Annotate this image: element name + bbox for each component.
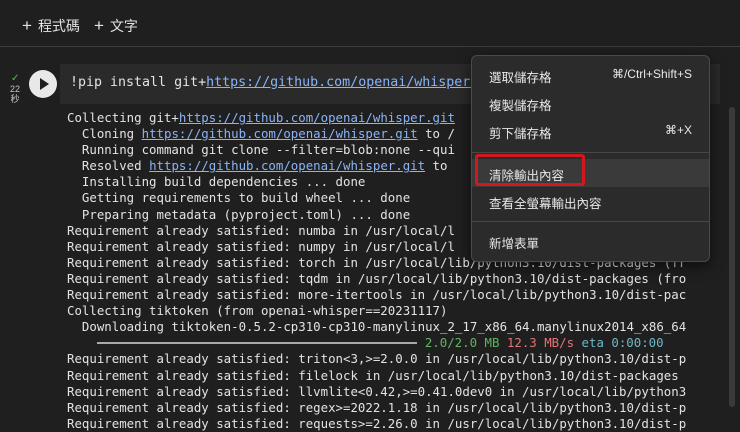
execution-time-value: 22 [9, 84, 20, 94]
output-line: Requirement already satisfied: llvmlite<… [67, 384, 727, 400]
download-progress-line: 2.0/2.0 MB 12.3 MB/s eta 0:00:00 [67, 335, 727, 351]
output-text: Running command git clone --filter=blob:… [67, 142, 455, 158]
check-icon: ✓ [11, 73, 20, 84]
execution-time-unit: 秒 [10, 94, 20, 104]
output-line: Requirement already satisfied: requests>… [67, 416, 727, 432]
output-text: Getting requirements to build wheel ... … [67, 190, 411, 206]
output-text: Collecting tiktoken (from openai-whisper… [67, 303, 448, 319]
menu-item-label: 剪下儲存格 [489, 127, 552, 141]
output-text: Requirement already satisfied: regex>=20… [67, 399, 687, 415]
output-line: Requirement already satisfied: tqdm in /… [67, 271, 727, 287]
progress-size: 2.0/2.0 MB [424, 335, 500, 351]
output-link[interactable]: https://github.com/openai/whisper.git [179, 110, 455, 125]
menu-item-fullscreen-output[interactable]: 查看全螢幕輸出內容 [472, 187, 709, 215]
output-text: to / [417, 126, 455, 142]
menu-item-shortcut: ⌘+X [664, 123, 692, 137]
output-text: Resolved [67, 158, 150, 174]
output-text: Requirement already satisfied: requests>… [67, 415, 687, 431]
notebook-toolbar: + 程式碼 + 文字 [0, 6, 740, 47]
output-text: to [425, 158, 448, 174]
output-text: Installing build dependencies ... done [67, 174, 366, 190]
run-cell-button[interactable] [29, 70, 57, 98]
play-icon [40, 78, 49, 90]
add-code-button[interactable]: + 程式碼 [22, 16, 80, 36]
menu-item-add-form[interactable]: 新增表單 [472, 227, 709, 255]
output-link[interactable]: https://github.com/openai/whisper.git [142, 126, 418, 141]
progress-bar [96, 341, 417, 344]
menu-item-cut-cell[interactable]: 剪下儲存格 ⌘+X [472, 117, 709, 145]
output-line: Collecting tiktoken (from openai-whisper… [67, 303, 727, 319]
output-text: Preparing metadata (pyproject.toml) ... … [67, 206, 411, 222]
output-line: Downloading tiktoken-0.5.2-cp310-cp310-m… [67, 319, 727, 335]
menu-item-label: 選取儲存格 [489, 71, 552, 85]
highlight-box [475, 154, 585, 186]
output-text: Cloning [67, 126, 142, 142]
code-input[interactable]: !pip install git+https://github.com/open… [70, 75, 486, 90]
output-line: Requirement already satisfied: filelock … [67, 368, 727, 384]
output-scrollbar[interactable] [729, 107, 735, 407]
add-text-button[interactable]: + 文字 [94, 16, 138, 36]
output-line: Requirement already satisfied: regex>=20… [67, 400, 727, 416]
output-text: Collecting git+ [67, 110, 179, 125]
output-line: Requirement already satisfied: triton<3,… [67, 351, 727, 367]
menu-item-select-cell[interactable]: 選取儲存格 ⌘/Ctrl+Shift+S [472, 61, 709, 89]
menu-item-label: 複製儲存格 [489, 99, 552, 113]
code-url[interactable]: https://github.com/openai/whisper.g [206, 75, 486, 90]
progress-eta: eta 0:00:00 [581, 335, 664, 351]
add-code-label: 程式碼 [37, 18, 80, 34]
output-line: Requirement already satisfied: more-iter… [67, 287, 727, 303]
output-text: Requirement already satisfied: numpy in … [67, 238, 455, 254]
execution-time: 22 秒 [9, 84, 21, 104]
menu-item-label: 查看全螢幕輸出內容 [489, 197, 602, 211]
output-text: Requirement already satisfied: triton<3,… [67, 351, 687, 367]
output-text: Requirement already satisfied: filelock … [67, 367, 679, 383]
plus-icon: + [94, 16, 104, 35]
menu-item-label: 新增表單 [489, 237, 540, 251]
menu-divider [472, 152, 709, 153]
menu-item-shortcut: ⌘/Ctrl+Shift+S [611, 67, 692, 81]
menu-item-copy-cell[interactable]: 複製儲存格 [472, 89, 709, 117]
output-link[interactable]: https://github.com/openai/whisper.git [149, 158, 425, 173]
output-text: Downloading tiktoken-0.5.2-cp310-cp310-m… [67, 319, 687, 335]
output-text: Requirement already satisfied: tqdm in /… [67, 270, 687, 286]
plus-icon: + [22, 16, 32, 35]
output-text: Requirement already satisfied: llvmlite<… [67, 383, 687, 399]
menu-divider [472, 221, 709, 222]
add-text-label: 文字 [109, 18, 138, 34]
output-text: Requirement already satisfied: more-iter… [67, 287, 687, 303]
progress-speed: 12.3 MB/s [506, 335, 575, 351]
output-text: Requirement already satisfied: numba in … [67, 222, 455, 238]
code-command: !pip install git+ [70, 75, 207, 90]
